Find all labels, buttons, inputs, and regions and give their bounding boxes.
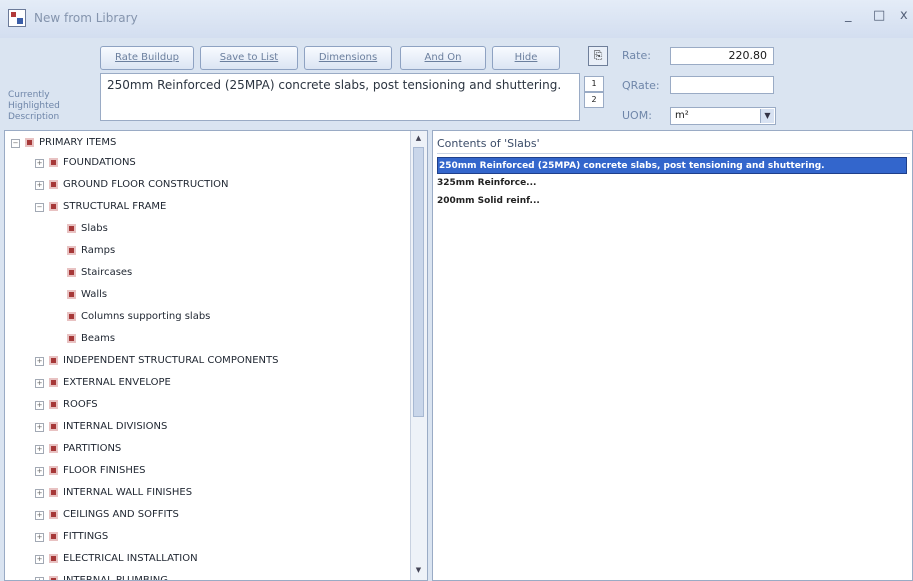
and-on-button[interactable]: And On — [400, 46, 486, 70]
tree-item-label: INTERNAL DIVISIONS — [63, 421, 168, 432]
contents-item[interactable]: 200mm Solid reinf... — [437, 193, 540, 210]
expand-icon[interactable]: + — [35, 379, 44, 388]
tree-item-label: INTERNAL WALL FINISHES — [63, 487, 193, 498]
folder-icon — [49, 422, 58, 431]
folder-icon — [49, 202, 58, 211]
rate-buildup-button[interactable]: Rate Buildup — [100, 46, 194, 70]
qrate-label: QRate: — [622, 79, 660, 92]
uom-select[interactable]: m² ▼ — [670, 107, 776, 125]
expand-icon[interactable]: + — [35, 555, 44, 564]
tree-item-label: ELECTRICAL INSTALLATION — [63, 553, 198, 564]
folder-icon — [25, 138, 34, 147]
copy-icon[interactable]: ⎘ — [588, 46, 608, 66]
folder-icon — [49, 576, 58, 580]
expand-icon[interactable]: + — [35, 401, 44, 410]
save-to-list-button[interactable]: Save to List — [200, 46, 298, 70]
uom-value: m² — [675, 110, 689, 121]
tree-item-label: Columns supporting slabs — [81, 311, 211, 322]
tree-item-label: INDEPENDENT STRUCTURAL COMPONENTS — [63, 355, 279, 366]
tree-item-label: FLOOR FINISHES — [63, 465, 146, 476]
expand-icon[interactable]: + — [35, 423, 44, 432]
title-bar[interactable]: New from Library _ □ x — [0, 0, 913, 38]
scroll-down-icon[interactable]: ▼ — [413, 566, 424, 577]
rate-input[interactable]: 220.80 — [670, 47, 774, 65]
expand-icon[interactable]: + — [35, 511, 44, 520]
folder-icon — [67, 290, 76, 299]
scroll-up-icon[interactable]: ▲ — [413, 134, 424, 145]
folder-icon — [49, 466, 58, 475]
tree-item-label: FOUNDATIONS — [63, 157, 136, 168]
library-tree[interactable]: − PRIMARY ITEMS + FOUNDATIONS + GROUND FLOO… — [4, 130, 428, 581]
maximize-button[interactable]: □ — [873, 8, 885, 23]
folder-icon — [67, 224, 76, 233]
folder-icon — [49, 488, 58, 497]
top-area: Rate Buildup Save to List Dimensions And… — [0, 38, 913, 128]
tree-item-label: STRUCTURAL FRAME — [63, 201, 167, 212]
tree-item-label: Slabs — [81, 223, 108, 234]
qrate-input[interactable] — [670, 76, 774, 94]
folder-icon — [67, 246, 76, 255]
folder-icon — [67, 334, 76, 343]
expand-icon[interactable]: + — [35, 489, 44, 498]
scroll-thumb[interactable] — [413, 147, 424, 417]
tree-item-label: Walls — [81, 289, 108, 300]
rate-label: Rate: — [622, 49, 651, 62]
folder-icon — [49, 180, 58, 189]
contents-item-selected[interactable]: 250mm Reinforced (25MPA) concrete slabs,… — [437, 157, 907, 174]
tree-item-label: ROOFS — [63, 399, 98, 410]
spin-up-button[interactable]: 1 — [584, 76, 604, 92]
contents-item[interactable]: 325mm Reinforce... — [437, 175, 536, 192]
folder-icon — [49, 378, 58, 387]
tree-item-label: PARTITIONS — [63, 443, 122, 454]
tree-scrollbar[interactable]: ▲ ▼ — [410, 131, 427, 580]
description-box[interactable]: 250mm Reinforced (25MPA) concrete slabs,… — [100, 73, 580, 121]
new-from-library-window: New from Library _ □ x Rate Buildup Save… — [0, 0, 913, 581]
expand-icon[interactable]: + — [35, 445, 44, 454]
tree-root-label: PRIMARY ITEMS — [39, 137, 117, 148]
folder-icon — [49, 356, 58, 365]
contents-panel: Contents of 'Slabs' 250mm Reinforced (25… — [432, 130, 913, 581]
expand-icon[interactable]: + — [35, 577, 44, 580]
tree-item-label: FITTINGS — [63, 531, 109, 542]
tree-item-label: Beams — [81, 333, 116, 344]
folder-icon — [49, 532, 58, 541]
contents-header: Contents of 'Slabs' — [437, 135, 910, 154]
chevron-down-icon[interactable]: ▼ — [760, 109, 774, 123]
description-label: Currently Highlighted Description — [8, 90, 60, 122]
expand-icon[interactable]: + — [35, 533, 44, 542]
tree-item-label: CEILINGS AND SOFFITS — [63, 509, 179, 520]
tree-item-label: INTERNAL PLUMBING — [63, 575, 168, 581]
collapse-icon[interactable]: − — [11, 139, 20, 148]
folder-icon — [49, 158, 58, 167]
expand-icon[interactable]: + — [35, 357, 44, 366]
window-title: New from Library — [34, 11, 138, 25]
tree-item-label: GROUND FLOOR CONSTRUCTION — [63, 179, 229, 190]
expand-icon[interactable]: + — [35, 181, 44, 190]
app-icon — [8, 9, 26, 27]
folder-icon — [67, 268, 76, 277]
minimize-button[interactable]: _ — [845, 8, 852, 23]
tree-item-label: EXTERNAL ENVELOPE — [63, 377, 171, 388]
expand-icon[interactable]: + — [35, 467, 44, 476]
folder-icon — [49, 400, 58, 409]
dimensions-button[interactable]: Dimensions — [304, 46, 392, 70]
tree-item-label: Ramps — [81, 245, 116, 256]
folder-icon — [67, 312, 76, 321]
folder-icon — [49, 510, 58, 519]
folder-icon — [49, 554, 58, 563]
hide-button[interactable]: Hide — [492, 46, 560, 70]
folder-icon — [49, 444, 58, 453]
tree-item-label: Staircases — [81, 267, 133, 278]
spin-down-button[interactable]: 2 — [584, 92, 604, 108]
collapse-icon[interactable]: − — [35, 203, 44, 212]
uom-label: UOM: — [622, 109, 652, 122]
expand-icon[interactable]: + — [35, 159, 44, 168]
close-button[interactable]: x — [900, 8, 908, 23]
